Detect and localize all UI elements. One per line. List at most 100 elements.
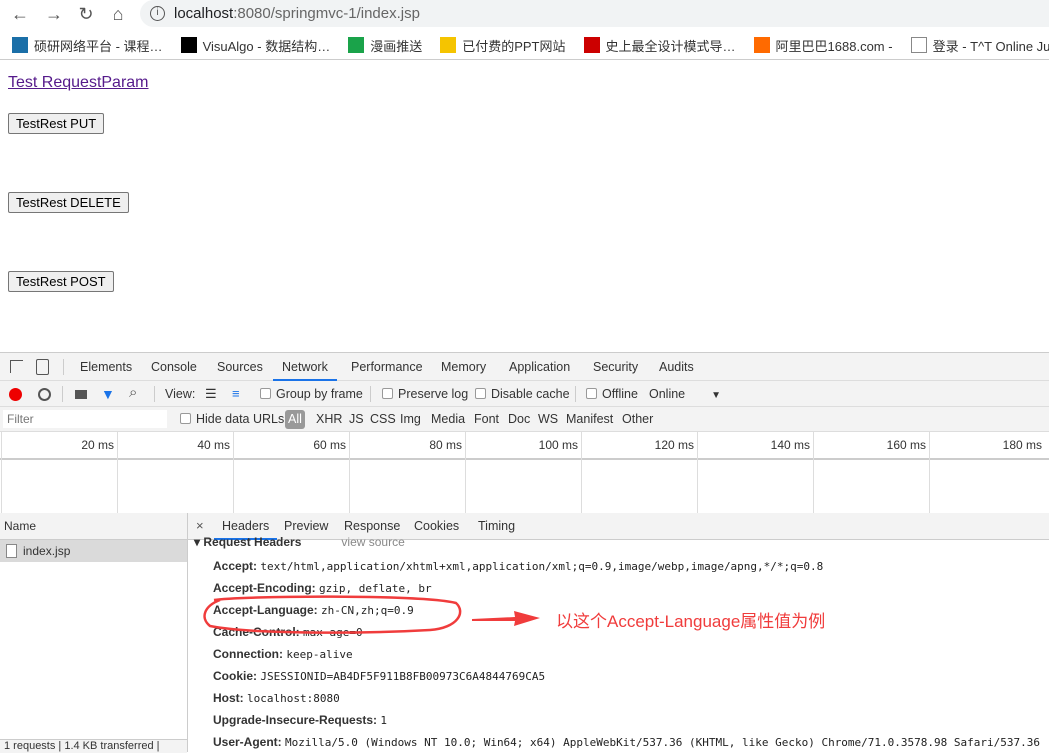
bookmark-item[interactable]: VisuAlgo - 数据结构… xyxy=(180,30,330,59)
bookmark-item[interactable]: 硕研网络平台 - 课程… xyxy=(12,30,163,59)
request-headers-section[interactable]: ▾ Request Headers view source xyxy=(194,535,405,549)
name-column-header[interactable]: Name xyxy=(0,513,187,540)
tab-performance[interactable]: Performance xyxy=(351,353,423,381)
filter-type-ws[interactable]: WS xyxy=(538,407,558,433)
request-list: Name index.jsp 1 requests | 1.4 KB trans… xyxy=(0,513,188,753)
header-row: Cookie: JSESSIONID=AB4DF5F911B8FB00973C6… xyxy=(213,669,546,683)
tab-elements[interactable]: Elements xyxy=(80,353,132,381)
annotation-text: 以这个Accept-Language属性值为例 xyxy=(556,612,826,631)
header-row: Host: localhost:8080 xyxy=(213,691,340,705)
timeline-tick: 60 ms xyxy=(233,432,349,514)
testrest-delete-button[interactable]: TestRest DELETE xyxy=(8,192,129,213)
group-by-frame-checkbox[interactable]: Group by frame xyxy=(260,381,363,407)
device-toggle-icon[interactable] xyxy=(36,359,49,375)
page-content: Test RequestParam TestRest PUT TestRest … xyxy=(0,62,1049,352)
offline-checkbox[interactable]: Offline xyxy=(586,381,638,407)
network-toolbar: ▼ ⌕ View: ☰ ≡ Group by frame Preserve lo… xyxy=(0,381,1049,407)
test-requestparam-link[interactable]: Test RequestParam xyxy=(8,74,149,92)
bookmark-item[interactable]: 已付费的PPT网站 xyxy=(440,30,566,59)
vol-icon xyxy=(348,37,365,53)
filter-type-media[interactable]: Media xyxy=(431,407,465,433)
reload-icon[interactable]: ↻ xyxy=(76,4,96,24)
hide-data-urls-checkbox[interactable]: Hide data URLs xyxy=(180,407,284,433)
filter-type-manifest[interactable]: Manifest xyxy=(566,407,613,433)
address-bar[interactable]: localhost:8080/springmvc-1/index.jsp xyxy=(140,0,1049,27)
url-host: localhost xyxy=(174,5,234,22)
inspect-icon[interactable] xyxy=(10,360,23,373)
header-row: Accept-Language: zh-CN,zh;q=0.9 xyxy=(213,603,414,617)
ppt-icon xyxy=(440,37,457,53)
view-source-link[interactable]: view source xyxy=(341,535,404,549)
disable-cache-checkbox[interactable]: Disable cache xyxy=(475,381,570,407)
filter-type-xhr[interactable]: XHR xyxy=(316,407,342,433)
detail-tab-timing[interactable]: Timing xyxy=(478,513,515,540)
devtools-tabbar: Elements Console Sources Network Performance… xyxy=(0,353,1049,381)
timeline-tick: 140 ms xyxy=(697,432,813,514)
request-row[interactable]: index.jsp xyxy=(0,540,187,562)
timeline-tick: 80 ms xyxy=(349,432,465,514)
tab-audits[interactable]: Audits xyxy=(659,353,694,381)
forward-icon[interactable]: → xyxy=(44,4,64,24)
filter-type-doc[interactable]: Doc xyxy=(508,407,530,433)
tab-sources[interactable]: Sources xyxy=(217,353,263,381)
record-icon[interactable] xyxy=(9,388,22,401)
bookmarks-bar: 硕研网络平台 - 课程… VisuAlgo - 数据结构… 漫画推送 已付费的PPT网… xyxy=(0,30,1049,60)
timeline-tick: 180 ms xyxy=(929,432,1045,514)
visualgo-icon xyxy=(180,37,197,53)
bookmark-item[interactable]: 阿里巴巴1688.com - xyxy=(753,30,893,59)
header-row: Connection: keep-alive xyxy=(213,647,353,661)
chevron-down-icon: ▼ xyxy=(711,390,722,401)
compass-icon xyxy=(12,37,28,53)
search-icon[interactable]: ⌕ xyxy=(129,384,137,401)
browser-toolbar: ← → ↻ ⌂ localhost:8080/springmvc-1/index… xyxy=(0,0,1049,28)
bookmark-item[interactable]: 史上最全设计模式导… xyxy=(583,30,736,59)
bookmark-item[interactable]: 登录 - T^T Online Ju… xyxy=(910,30,1049,59)
timeline-tick: 160 ms xyxy=(813,432,929,514)
header-row: Accept-Encoding: gzip, deflate, br xyxy=(213,581,432,595)
tab-memory[interactable]: Memory xyxy=(441,353,486,381)
waterfall-icon[interactable]: ≡ xyxy=(232,381,240,407)
alibaba-icon xyxy=(753,37,770,53)
timeline-tick: 20 ms xyxy=(1,432,117,514)
tab-network[interactable]: Network xyxy=(273,353,337,381)
timeline-overview[interactable]: 20 ms 40 ms 60 ms 80 ms 100 ms 120 ms 140 ms 16… xyxy=(0,432,1049,514)
file-icon xyxy=(6,544,17,558)
clear-icon[interactable] xyxy=(38,388,51,401)
close-icon[interactable]: × xyxy=(196,518,204,533)
testrest-put-button[interactable]: TestRest PUT xyxy=(8,113,105,134)
tab-application[interactable]: Application xyxy=(509,353,570,381)
header-row: Upgrade-Insecure-Requests: 1 xyxy=(213,713,388,727)
filter-type-font[interactable]: Font xyxy=(474,407,499,433)
info-icon[interactable]: i xyxy=(150,6,165,21)
large-rows-icon[interactable]: ☰ xyxy=(205,381,217,407)
devtools-panel: Elements Console Sources Network Performance… xyxy=(0,352,1049,753)
header-row: User-Agent: Mozilla/5.0 (Windows NT 10.0… xyxy=(213,735,1040,749)
filter-icon[interactable]: ▼ xyxy=(101,387,115,401)
filter-type-other[interactable]: Other xyxy=(622,407,653,433)
request-details: × Headers Preview Response Cookies Timing ▾ … xyxy=(188,513,1049,752)
filter-input[interactable] xyxy=(3,410,167,428)
filter-type-img[interactable]: Img xyxy=(400,407,421,433)
filter-type-css[interactable]: CSS xyxy=(370,407,396,433)
timeline-tick: 120 ms xyxy=(581,432,697,514)
bookmark-item[interactable]: 漫画推送 xyxy=(348,30,422,59)
tab-security[interactable]: Security xyxy=(593,353,638,381)
header-row: Cache-Control: max-age=0 xyxy=(213,625,363,639)
url-path: :8080/springmvc-1/index.jsp xyxy=(233,5,420,22)
timeline-tick: 100 ms xyxy=(465,432,581,514)
detail-tab-cookies[interactable]: Cookies xyxy=(414,513,459,540)
testrest-post-button[interactable]: TestRest POST xyxy=(8,271,114,292)
throttling-select[interactable]: Online ▼ xyxy=(649,381,721,407)
back-icon[interactable]: ← xyxy=(10,4,30,24)
home-icon[interactable]: ⌂ xyxy=(108,4,128,24)
filter-bar: Hide data URLs All XHR JSCSSImg Media Font Do… xyxy=(0,407,1049,432)
page-icon xyxy=(910,37,927,53)
filter-type-all[interactable]: All xyxy=(285,410,305,429)
tab-console[interactable]: Console xyxy=(151,353,197,381)
c-icon xyxy=(583,37,600,53)
screenshot-icon[interactable] xyxy=(75,390,87,399)
header-row: Accept: text/html,application/xhtml+xml,… xyxy=(213,559,824,573)
filter-type-js[interactable]: JS xyxy=(349,407,364,433)
timeline-tick: 40 ms xyxy=(117,432,233,514)
preserve-log-checkbox[interactable]: Preserve log xyxy=(382,381,468,407)
